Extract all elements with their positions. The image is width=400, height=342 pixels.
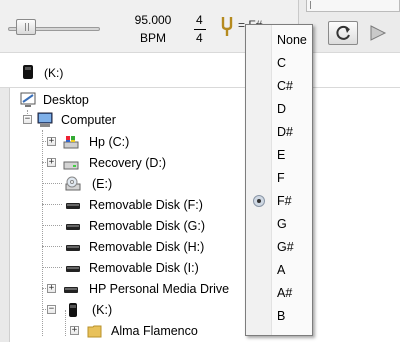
tree-item-desktop[interactable]: Desktop <box>10 90 210 110</box>
tree-item-label: Removable Disk (I:) <box>89 261 199 275</box>
selected-radio-icon <box>253 195 265 207</box>
play-icon[interactable] <box>362 21 392 45</box>
tree-item-label: (K:) <box>92 303 113 317</box>
menu-item-f[interactable]: F <box>246 167 312 190</box>
removable-disk-icon <box>66 203 80 209</box>
time-signature-divider <box>194 29 206 30</box>
menu-item-label: F <box>277 171 285 185</box>
menu-item-e[interactable]: E <box>246 144 312 167</box>
collapse-toggle-icon[interactable]: − <box>47 305 56 314</box>
expand-toggle-icon[interactable]: + <box>47 158 56 167</box>
tree-item-label: Removable Disk (F:) <box>89 198 203 212</box>
key-select-menu: None C C# D D# E F F# G G# A A# B <box>245 24 313 336</box>
toolbar: 95.000 BPM 4 4 = F# <box>0 0 400 52</box>
menu-item-label: G# <box>277 240 294 254</box>
menu-item-label: F# <box>277 194 292 208</box>
tree-item-label: Desktop <box>43 93 89 107</box>
tempo-slider-thumb[interactable] <box>16 19 36 35</box>
time-signature-numerator[interactable]: 4 <box>196 13 203 27</box>
menu-item-g[interactable]: G <box>246 213 312 236</box>
computer-icon <box>37 112 53 127</box>
loop-icon <box>336 25 350 40</box>
menu-item-a[interactable]: A <box>246 259 312 282</box>
menu-item-label: A# <box>277 286 293 300</box>
hard-drive-icon <box>63 136 79 149</box>
tree-item-computer[interactable]: − Computer <box>10 110 210 130</box>
panel-side-strip <box>0 56 10 342</box>
tree-item-label: Recovery (D:) <box>89 156 167 170</box>
tempo-value[interactable]: 95.000 <box>130 13 176 27</box>
folder-tree[interactable]: Desktop − Computer + Hp (C:) + Recovery … <box>10 88 400 342</box>
tree-item-drive-h[interactable]: Removable Disk (H:) <box>10 237 230 257</box>
expand-toggle-icon[interactable]: + <box>47 284 56 293</box>
folder-icon <box>87 325 102 338</box>
tree-item-label: HP Personal Media Drive <box>89 282 230 296</box>
collapse-toggle-icon[interactable]: − <box>23 115 32 124</box>
menu-item-c[interactable]: C <box>246 52 312 75</box>
removable-disk-icon <box>66 266 80 272</box>
tree-item-media-drive[interactable]: + HP Personal Media Drive <box>10 279 250 299</box>
menu-item-label: B <box>277 309 286 323</box>
menu-item-label: D <box>277 102 287 116</box>
tree-item-drive-f[interactable]: Removable Disk (F:) <box>10 195 230 215</box>
tree-item-drive-d[interactable]: + Recovery (D:) <box>10 153 230 173</box>
drive-selector-label[interactable]: (K:) <box>44 66 63 80</box>
tuning-fork-icon[interactable] <box>219 15 235 37</box>
tree-item-alma-flamenco[interactable]: + Alma Flamenco <box>10 321 230 341</box>
usb-drive-icon <box>69 303 77 317</box>
tempo-unit-label: BPM <box>139 31 166 45</box>
tree-item-drive-e[interactable]: (E:) <box>10 174 210 194</box>
tree-item-drive-i[interactable]: Removable Disk (I:) <box>10 258 230 278</box>
menu-item-d-sharp[interactable]: D# <box>246 121 312 144</box>
removable-disk-icon <box>64 287 78 293</box>
tree-item-label: Removable Disk (G:) <box>89 219 205 233</box>
menu-item-label: A <box>277 263 286 277</box>
menu-item-d[interactable]: D <box>246 98 312 121</box>
mini-scrollbar-thumb[interactable] <box>310 1 320 9</box>
expand-toggle-icon[interactable]: + <box>70 326 79 335</box>
loop-button[interactable] <box>328 21 358 45</box>
hard-drive-icon <box>63 161 79 170</box>
menu-item-label: E <box>277 148 286 162</box>
menu-item-f-sharp[interactable]: F# <box>246 190 312 213</box>
menu-item-none[interactable]: None <box>246 29 312 52</box>
menu-item-a-sharp[interactable]: A# <box>246 282 312 305</box>
removable-disk-icon <box>66 245 80 251</box>
tree-item-label: Removable Disk (H:) <box>89 240 205 254</box>
tree-item-label: Alma Flamenco <box>111 324 198 338</box>
desktop-icon <box>20 92 36 107</box>
menu-item-c-sharp[interactable]: C# <box>246 75 312 98</box>
tree-item-drive-k[interactable]: − (K:) <box>10 300 210 320</box>
mini-scrollbar[interactable] <box>306 0 400 12</box>
removable-disk-icon <box>66 224 80 230</box>
menu-item-label: D# <box>277 125 293 139</box>
menu-item-b[interactable]: B <box>246 305 312 328</box>
menu-item-label: G <box>277 217 287 231</box>
time-signature-denominator[interactable]: 4 <box>196 31 203 45</box>
usb-drive-icon <box>23 65 33 79</box>
menu-item-label: C# <box>277 79 293 93</box>
dvd-drive-icon <box>65 176 81 191</box>
tree-item-label: (E:) <box>92 177 113 191</box>
tree-item-label: Hp (C:) <box>89 135 130 149</box>
menu-item-label: C <box>277 56 287 70</box>
menu-item-label: None <box>277 33 307 47</box>
expand-toggle-icon[interactable]: + <box>47 137 56 146</box>
tree-item-drive-g[interactable]: Removable Disk (G:) <box>10 216 230 236</box>
menu-item-g-sharp[interactable]: G# <box>246 236 312 259</box>
tree-item-label: Computer <box>61 113 116 127</box>
tree-item-drive-c[interactable]: + Hp (C:) <box>10 132 230 152</box>
